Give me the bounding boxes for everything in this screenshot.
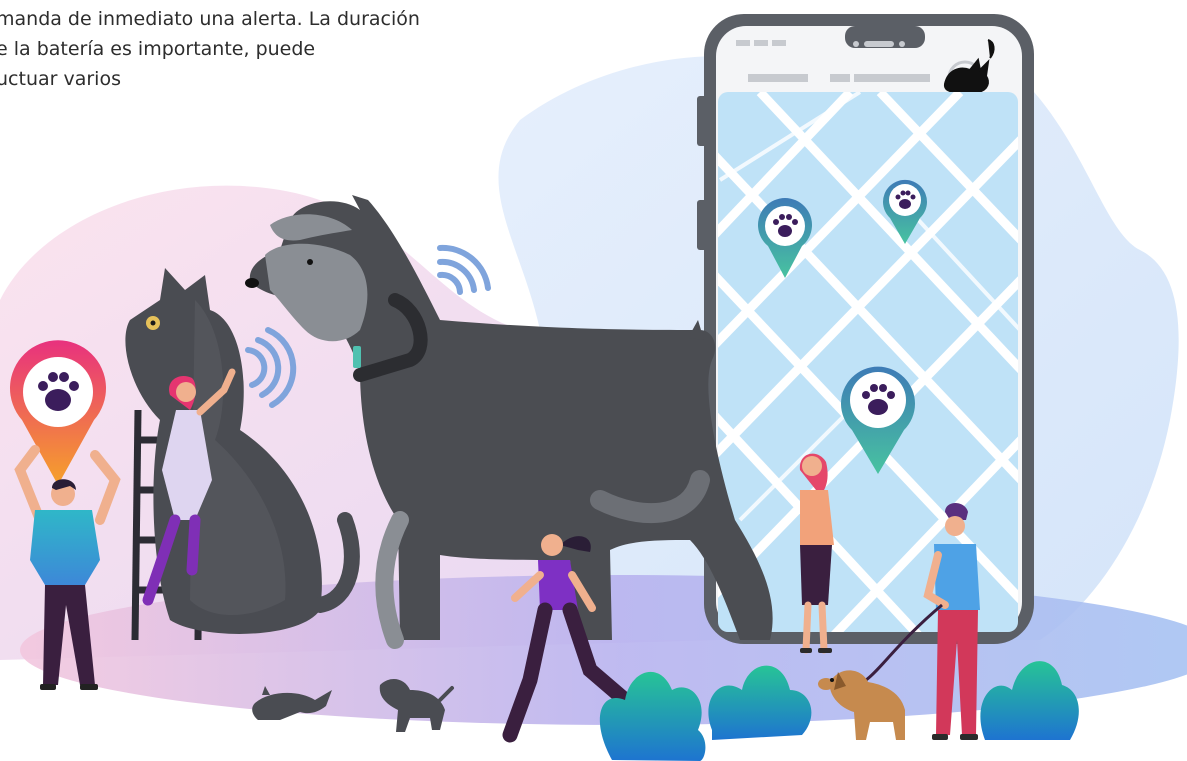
text-line-3: uctuar varios	[0, 68, 121, 90]
signal-waves-icon	[437, 244, 491, 295]
article-text-fragment: manda de inmediato una alerta. La duraci…	[0, 4, 466, 94]
pet-tracking-illustration	[0, 14, 1187, 761]
text-line-2: e la batería es importante, puede	[0, 38, 316, 60]
text-line-1: manda de inmediato una alerta. La duraci…	[0, 8, 420, 30]
